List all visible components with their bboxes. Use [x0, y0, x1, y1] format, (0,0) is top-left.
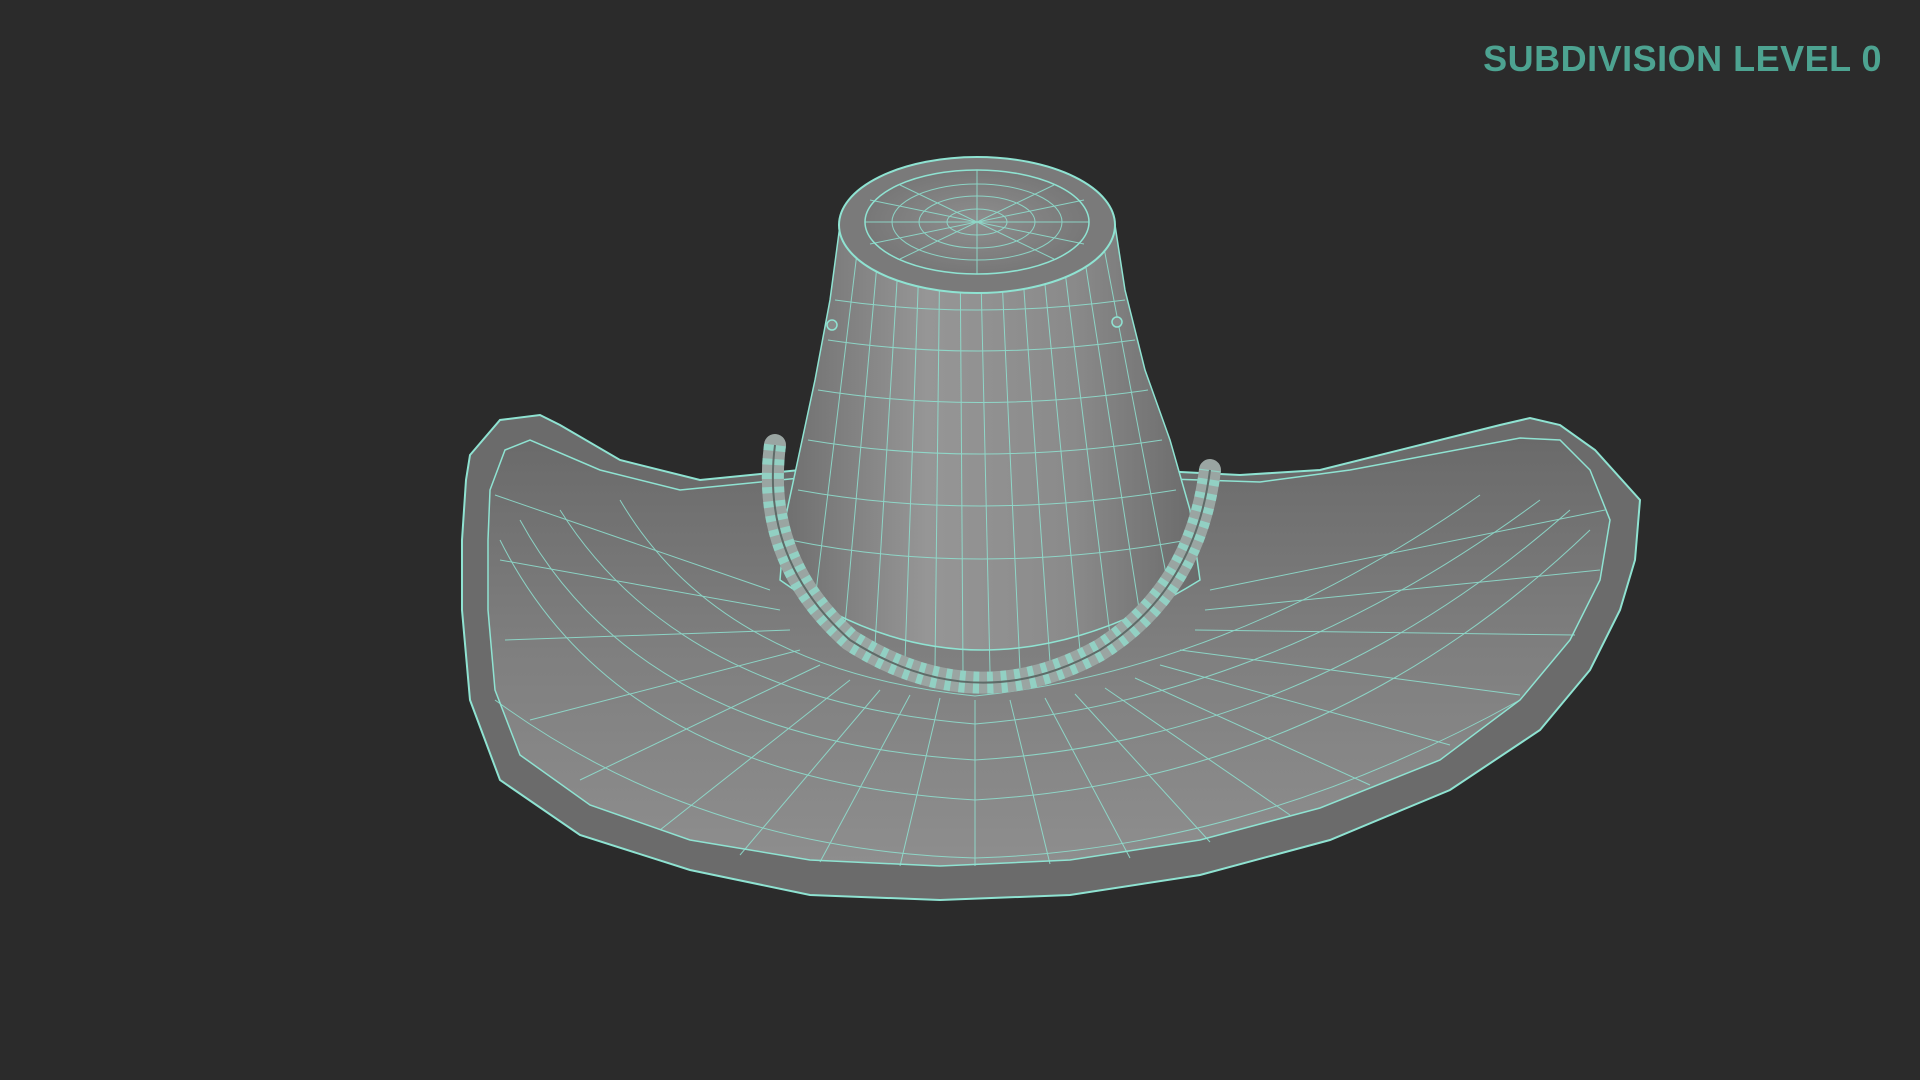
- right-eyelet: [1111, 316, 1123, 328]
- 3d-viewport[interactable]: SUBDIVISION LEVEL 0: [0, 0, 1920, 1080]
- left-eyelet: [826, 319, 838, 331]
- hat-model: [461, 156, 1642, 902]
